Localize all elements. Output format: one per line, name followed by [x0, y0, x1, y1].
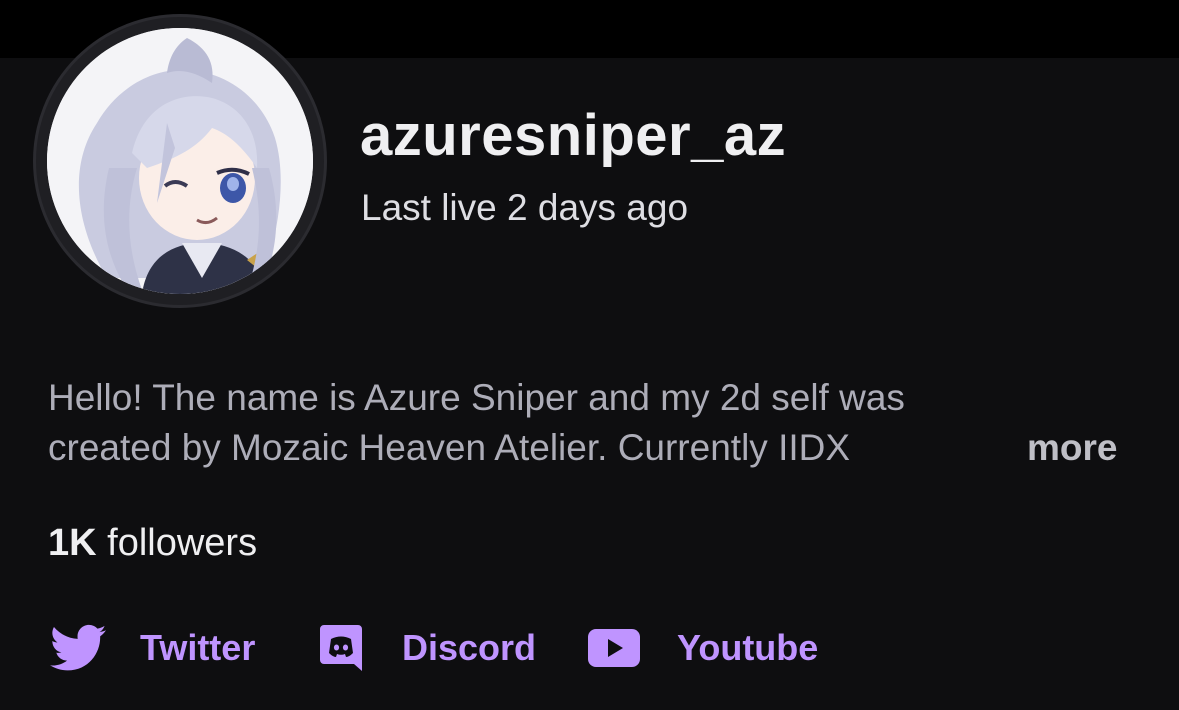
last-live-status: Last live 2 days ago — [361, 187, 689, 228]
bio-fade-overlay — [938, 423, 1008, 473]
channel-username: azuresniper_az — [360, 103, 787, 168]
avatar[interactable] — [47, 28, 313, 294]
twitter-link[interactable]: Twitter — [50, 618, 255, 678]
youtube-play-icon — [588, 629, 640, 667]
discord-icon — [318, 623, 364, 673]
followers-number: 1K — [48, 522, 97, 564]
twitter-bird-icon — [50, 624, 106, 672]
twitter-link-label: Twitter — [140, 627, 256, 668]
followers-label: followers — [96, 522, 258, 564]
bio-more-button[interactable]: more — [1027, 423, 1117, 473]
discord-link[interactable]: Discord — [318, 618, 536, 678]
discord-link-label: Discord — [402, 627, 537, 668]
bio-line: Hello! The name is Azure Sniper and my 2… — [48, 377, 905, 418]
followers-count: 1K followers — [48, 522, 257, 565]
avatar-image — [47, 28, 313, 294]
channel-bio: Hello! The name is Azure Sniper and my 2… — [48, 373, 1138, 473]
youtube-link[interactable]: Youtube — [588, 618, 818, 678]
youtube-link-label: Youtube — [677, 627, 819, 668]
bio-line-truncated: created by Mozaic Heaven Atelier. Curren… — [48, 423, 1008, 473]
bio-line-text: created by Mozaic Heaven Atelier. Curren… — [48, 427, 851, 468]
